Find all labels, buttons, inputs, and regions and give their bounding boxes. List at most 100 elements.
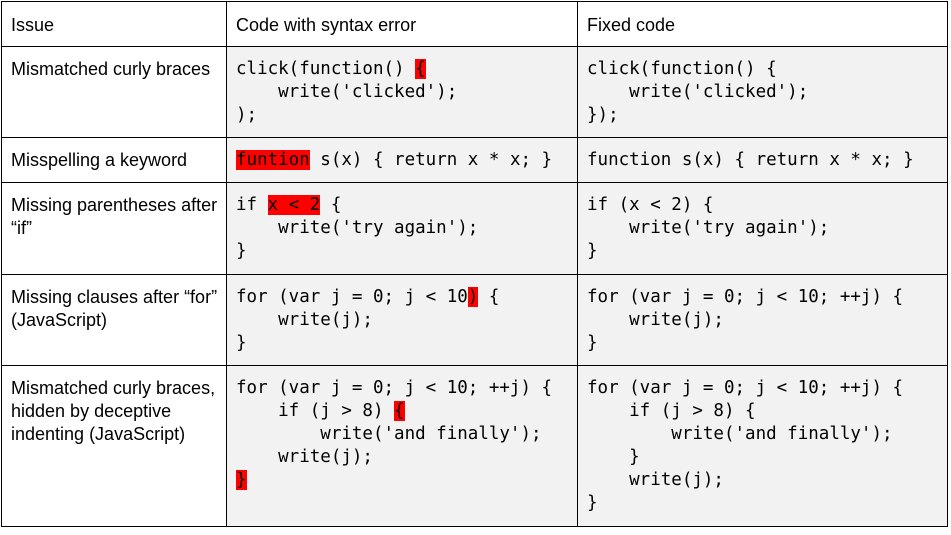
table-row: Misspelling a keyword funtion s(x) { ret… (1, 137, 948, 183)
issue-text: Missing parentheses after “if” (11, 195, 218, 238)
bad-code-cell: if x < 2 { write('try again');} (226, 182, 578, 275)
code-line: write(j); (587, 309, 939, 332)
code-line: } (587, 240, 939, 263)
code-segment: write(j); (587, 470, 724, 490)
code-segment: if (j > 8) { (587, 401, 756, 421)
header-cell-issue: Issue (1, 1, 227, 47)
bad-code: for (var j = 0; j < 10) { write(j);} (227, 275, 577, 355)
code-segment: } (587, 333, 598, 353)
code-segment: write(j); (236, 447, 373, 467)
table-row: Missing clauses after “for” (JavaScript)… (1, 274, 948, 366)
code-line: for (var j = 0; j < 10) { (236, 286, 569, 309)
code-segment: } (236, 241, 247, 261)
bad-code: for (var j = 0; j < 10; ++j) { if (j > 8… (227, 366, 577, 492)
code-line: if (j > 8) { (236, 400, 569, 423)
code-line: function s(x) { return x * x; } (587, 149, 939, 172)
code-segment: if (236, 195, 268, 215)
issue-text: Misspelling a keyword (11, 150, 188, 170)
code-line: write('try again'); (587, 217, 939, 240)
code-segment: write('and finally'); (236, 424, 542, 444)
code-line: funtion s(x) { return x * x; } (236, 149, 569, 172)
issue-cell: Mismatched curly braces (1, 46, 227, 138)
code-segment: for (var j = 0; j < 10; ++j) { (587, 287, 904, 307)
code-line: if x < 2 { (236, 194, 569, 217)
bad-code: funtion s(x) { return x * x; } (227, 138, 577, 172)
code-segment: write('clicked'); (236, 82, 458, 102)
bad-code-cell: for (var j = 0; j < 10) { write(j);} (226, 274, 578, 366)
error-highlight: { (415, 59, 426, 79)
code-segment: } (587, 447, 640, 467)
error-highlight: } (236, 470, 247, 490)
code-line: write('clicked'); (587, 81, 939, 104)
header-cell-fixed: Fixed code (577, 1, 948, 47)
code-segment: for (var j = 0; j < 10; ++j) { (587, 378, 904, 398)
code-line: } (587, 332, 939, 355)
error-highlight: { (394, 401, 405, 421)
bad-code-cell: for (var j = 0; j < 10; ++j) { if (j > 8… (226, 365, 578, 527)
header-code-with-error: Code with syntax error (236, 15, 417, 35)
error-highlight: x < 2 (267, 195, 321, 215)
code-segment: write('and finally'); (587, 424, 893, 444)
code-segment: click(function() { (587, 59, 777, 79)
issue-cell: Misspelling a keyword (1, 137, 227, 183)
code-segment: } (587, 493, 598, 513)
code-line: write('clicked'); (236, 81, 569, 104)
code-line: write('try again'); (236, 217, 569, 240)
code-segment: { (478, 287, 500, 307)
code-line: for (var j = 0; j < 10; ++j) { (587, 286, 939, 309)
code-segment: for (var j = 0; j < 10; ++j) { (236, 378, 553, 398)
code-line: write('and finally'); (587, 423, 939, 446)
code-line: } (236, 332, 569, 355)
code-line: write('and finally'); (236, 423, 569, 446)
fixed-code-cell: function s(x) { return x * x; } (577, 137, 948, 183)
code-line: } (236, 469, 569, 492)
issue-text: Missing clauses after “for” (JavaScript) (11, 287, 218, 330)
fixed-code: if (x < 2) { write('try again');} (578, 183, 947, 263)
code-segment: s(x) { return x * x; } (309, 150, 553, 170)
table-row: Mismatched curly braces click(function()… (1, 46, 948, 138)
bad-code: click(function() { write('clicked');); (227, 47, 577, 127)
syntax-error-table: Issue Code with syntax error Fixed code … (1, 1, 948, 527)
error-highlight: ) (467, 287, 479, 307)
fixed-code: click(function() { write('clicked');}); (578, 47, 947, 127)
header-cell-bad: Code with syntax error (226, 1, 578, 47)
issue-text: Mismatched curly braces (11, 59, 211, 79)
code-segment: ); (236, 105, 258, 125)
fixed-code-cell: click(function() { write('clicked');}); (577, 46, 948, 138)
fixed-code: function s(x) { return x * x; } (578, 138, 947, 172)
code-segment: for (var j = 0; j < 10 (236, 287, 468, 307)
code-segment: if (j > 8) (236, 401, 395, 421)
code-line: if (j > 8) { (587, 400, 939, 423)
code-segment: function s(x) { return x * x; } (587, 150, 914, 170)
bad-code-cell: click(function() { write('clicked');); (226, 46, 578, 138)
fixed-code-cell: for (var j = 0; j < 10; ++j) { if (j > 8… (577, 365, 948, 527)
issue-cell: Missing parentheses after “if” (1, 182, 227, 275)
code-segment: } (236, 333, 247, 353)
code-line: write(j); (236, 446, 569, 469)
issue-cell: Mismatched curly braces, hidden by decep… (1, 365, 227, 527)
code-segment: write(j); (236, 310, 373, 330)
error-highlight: funtion (236, 150, 310, 170)
header-fixed-code: Fixed code (587, 15, 676, 35)
code-line: click(function() { (236, 58, 569, 81)
bad-code: if x < 2 { write('try again');} (227, 183, 577, 263)
fixed-code-cell: for (var j = 0; j < 10; ++j) { write(j);… (577, 274, 948, 366)
code-line: if (x < 2) { (587, 194, 939, 217)
issue-text: Mismatched curly braces, hidden by decep… (11, 378, 216, 444)
code-segment: write('try again'); (236, 218, 479, 238)
fixed-code: for (var j = 0; j < 10; ++j) { write(j);… (578, 275, 947, 355)
code-segment: write('clicked'); (587, 82, 809, 102)
table-row: Missing parentheses after “if” if x < 2 … (1, 182, 948, 275)
fixed-code-cell: if (x < 2) { write('try again');} (577, 182, 948, 275)
header-row: Issue Code with syntax error Fixed code (1, 1, 948, 47)
code-line: } (587, 446, 939, 469)
code-line: write(j); (587, 469, 939, 492)
code-segment: }); (587, 105, 619, 125)
code-line: ); (236, 104, 569, 127)
code-segment: } (587, 241, 598, 261)
code-segment: write('try again'); (587, 218, 830, 238)
code-line: }); (587, 104, 939, 127)
bad-code-cell: funtion s(x) { return x * x; } (226, 137, 578, 183)
code-segment: write(j); (587, 310, 724, 330)
code-segment: { (320, 195, 342, 215)
